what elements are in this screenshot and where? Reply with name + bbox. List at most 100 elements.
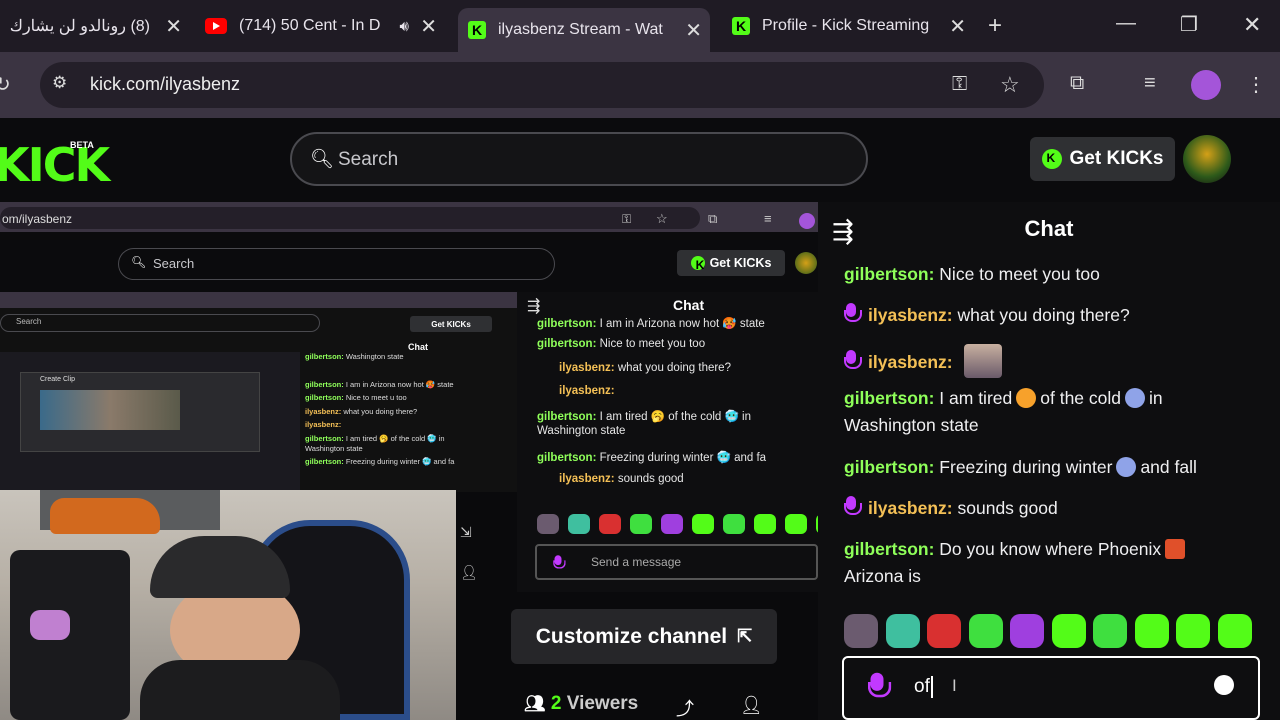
customize-channel-button[interactable]: Customize channel ⇱ <box>511 609 777 664</box>
kick-favicon-icon: K <box>468 21 486 39</box>
bookmark-star-icon[interactable]: ☆ <box>1000 72 1020 98</box>
media-control-icon[interactable]: ≡ <box>1144 72 1156 95</box>
emote-icon[interactable] <box>1093 614 1127 648</box>
emote-icon[interactable] <box>927 614 961 648</box>
nested-chat-text: sounds good <box>617 473 684 485</box>
site-info-icon[interactable]: ⚙ <box>52 73 67 93</box>
nested-chat-message: gilbertson: I am tired 🥱 of the cold 🥶 i… <box>537 409 751 423</box>
nested-kick-header: 🔍︎ Search Get KICKs <box>0 232 818 292</box>
extensions-icon[interactable]: ⧉ <box>1070 72 1084 95</box>
search-input[interactable]: Search <box>338 149 398 171</box>
minimize-button[interactable]: — <box>1116 12 1136 35</box>
chat-username[interactable]: gilbertson: <box>844 539 934 559</box>
password-key-icon[interactable]: ⚿ <box>952 73 967 96</box>
popout-icon: ⇲ <box>460 524 472 540</box>
chat-username[interactable]: gilbertson: <box>844 388 934 408</box>
nested-emote-icon <box>785 514 807 534</box>
emote-icon[interactable] <box>1134 614 1169 648</box>
reload-icon[interactable]: ↻ <box>0 72 11 97</box>
webcam-feed <box>0 490 456 720</box>
viewers-number: 2 <box>550 693 562 714</box>
restore-button[interactable]: ❐ <box>1180 12 1198 37</box>
kick-favicon-icon: K <box>732 17 750 35</box>
inner-chat-message: ilyasbenz: <box>305 420 341 429</box>
new-tab-button[interactable]: + <box>988 12 1002 40</box>
tab-close-icon[interactable]: ✕ <box>420 14 437 39</box>
inner-chat-text: what you doing there? <box>343 407 418 416</box>
emote-icon[interactable] <box>885 614 920 648</box>
nested-kicks-icon <box>690 256 705 272</box>
emoji-picker-icon[interactable] <box>1214 675 1234 695</box>
user-avatar[interactable] <box>1183 135 1231 183</box>
emote-icon[interactable] <box>1217 614 1252 648</box>
chat-username[interactable]: ilyasbenz: <box>868 498 953 518</box>
emote-icon[interactable] <box>1176 614 1210 648</box>
text-cursor-icon: I <box>952 676 957 695</box>
nested-star-icon: ☆ <box>656 211 668 226</box>
tab-ilyasbenz-stream[interactable]: K ilyasbenz Stream - Wat ✕ <box>458 8 710 52</box>
omnibox[interactable]: ⚙ kick.com/ilyasbenz ⚿ ☆ <box>40 62 1044 108</box>
get-kicks-button[interactable]: Get KICKs <box>1030 137 1175 181</box>
nested-mic-icon <box>553 555 566 570</box>
search-bar[interactable]: 🔍︎ Search <box>290 132 868 186</box>
nested-extensions-icon: ⧉ <box>708 211 718 226</box>
external-link-icon: ⇱ <box>737 626 753 646</box>
nested-chat-message: gilbertson: Nice to meet you too <box>537 338 705 350</box>
chat-input-value[interactable]: of <box>914 676 933 698</box>
chat-input[interactable]: of I <box>842 656 1260 720</box>
inner-chat-message: gilbertson: I am in Arizona now hot 🥵 st… <box>305 380 454 389</box>
chat-username[interactable]: ilyasbenz: <box>868 305 953 325</box>
emote-icon[interactable] <box>1010 614 1044 648</box>
chat-text: Washington state <box>844 415 979 435</box>
window-close-button[interactable]: ✕ <box>1243 12 1261 38</box>
kick-header: KICK BETA 🔍︎ Search Get KICKs <box>0 118 1280 202</box>
tab-close-icon[interactable]: ✕ <box>685 18 702 43</box>
stream-video[interactable]: om/ilyasbenz ⚿ ☆ ⧉ ≡ 🔍︎ Search Get KICKs… <box>0 202 818 720</box>
address-toolbar: ↻ ⚙ kick.com/ilyasbenz ⚿ ☆ ⧉ ≡ ⋮ <box>0 52 1280 118</box>
speaker-icon[interactable]: 🔊︎ <box>400 18 409 35</box>
url-text[interactable]: kick.com/ilyasbenz <box>90 74 240 95</box>
emote-icon[interactable] <box>844 614 878 648</box>
tab-kick-profile[interactable]: K Profile - Kick Streaming ✕ <box>722 8 974 44</box>
chat-message: ilyasbenz: <box>844 344 1264 378</box>
chat-username[interactable]: gilbertson: <box>844 457 934 477</box>
nested-chat-title: Chat <box>673 297 705 313</box>
browser-menu-icon[interactable]: ⋮ <box>1246 72 1266 97</box>
emote-icon[interactable] <box>1051 614 1086 648</box>
share-icon[interactable]: ⤴ <box>676 695 694 720</box>
youtube-favicon-icon <box>205 18 227 34</box>
tab-youtube[interactable]: (714) 50 Cent - In D 🔊︎ ✕ <box>195 8 445 44</box>
nested-chat-text: I am tired 🥱 of the cold 🥶 in <box>599 411 751 423</box>
nested-profile-avatar <box>799 213 815 229</box>
chat-username[interactable]: gilbertson: <box>844 264 934 284</box>
face-emote-icon <box>963 344 1002 378</box>
nested-chat-username: ilyasbenz: <box>559 362 615 374</box>
nested-message-input: Send a message <box>535 544 818 580</box>
inner-chat-text: Freezing during winter 🥶 and fa <box>345 457 455 466</box>
nested-avatar <box>795 252 817 274</box>
mic-badge-icon <box>844 496 862 518</box>
chat-message: gilbertson: Freezing during winter and fa… <box>844 454 1264 481</box>
nested-chat-panel: ⇶ Chat gilbertson: I am in Arizona now h… <box>517 292 818 592</box>
chat-username[interactable]: ilyasbenz: <box>868 352 953 372</box>
inner-chat-username: gilbertson: <box>305 434 344 443</box>
inner-chat-message: gilbertson: Nice to meet u too <box>305 393 407 402</box>
tab-close-icon[interactable]: ✕ <box>949 14 966 39</box>
emote-icon[interactable] <box>968 614 1003 648</box>
chat-text: what you doing there? <box>957 305 1130 325</box>
mic-badge-icon <box>867 672 892 702</box>
tab-title: (714) 50 Cent - In D <box>239 17 381 34</box>
nested-chat-message: Washington state <box>537 425 625 437</box>
inner-chat-message: gilbertson: Freezing during winter 🥶 and… <box>305 457 454 466</box>
chat-message: gilbertson: I am tired of the cold in Wash… <box>844 385 1264 439</box>
mic-badge-icon <box>844 350 862 372</box>
inner-search-text: Search <box>16 317 42 326</box>
inner-chat-text: Nice to meet u too <box>345 393 407 402</box>
tab-close-icon[interactable]: ✕ <box>165 14 182 39</box>
nested-emote-icon <box>568 514 590 534</box>
nested-chat-message: gilbertson: Freezing during winter 🥶 and… <box>537 450 766 464</box>
chat-text: I am tired <box>939 388 1013 408</box>
user-settings-icon[interactable]: 👤︎ <box>740 695 763 716</box>
tab-ronaldo[interactable]: (8) رونالدو لن يشارك ✕ <box>0 8 190 44</box>
profile-avatar[interactable] <box>1191 70 1221 100</box>
